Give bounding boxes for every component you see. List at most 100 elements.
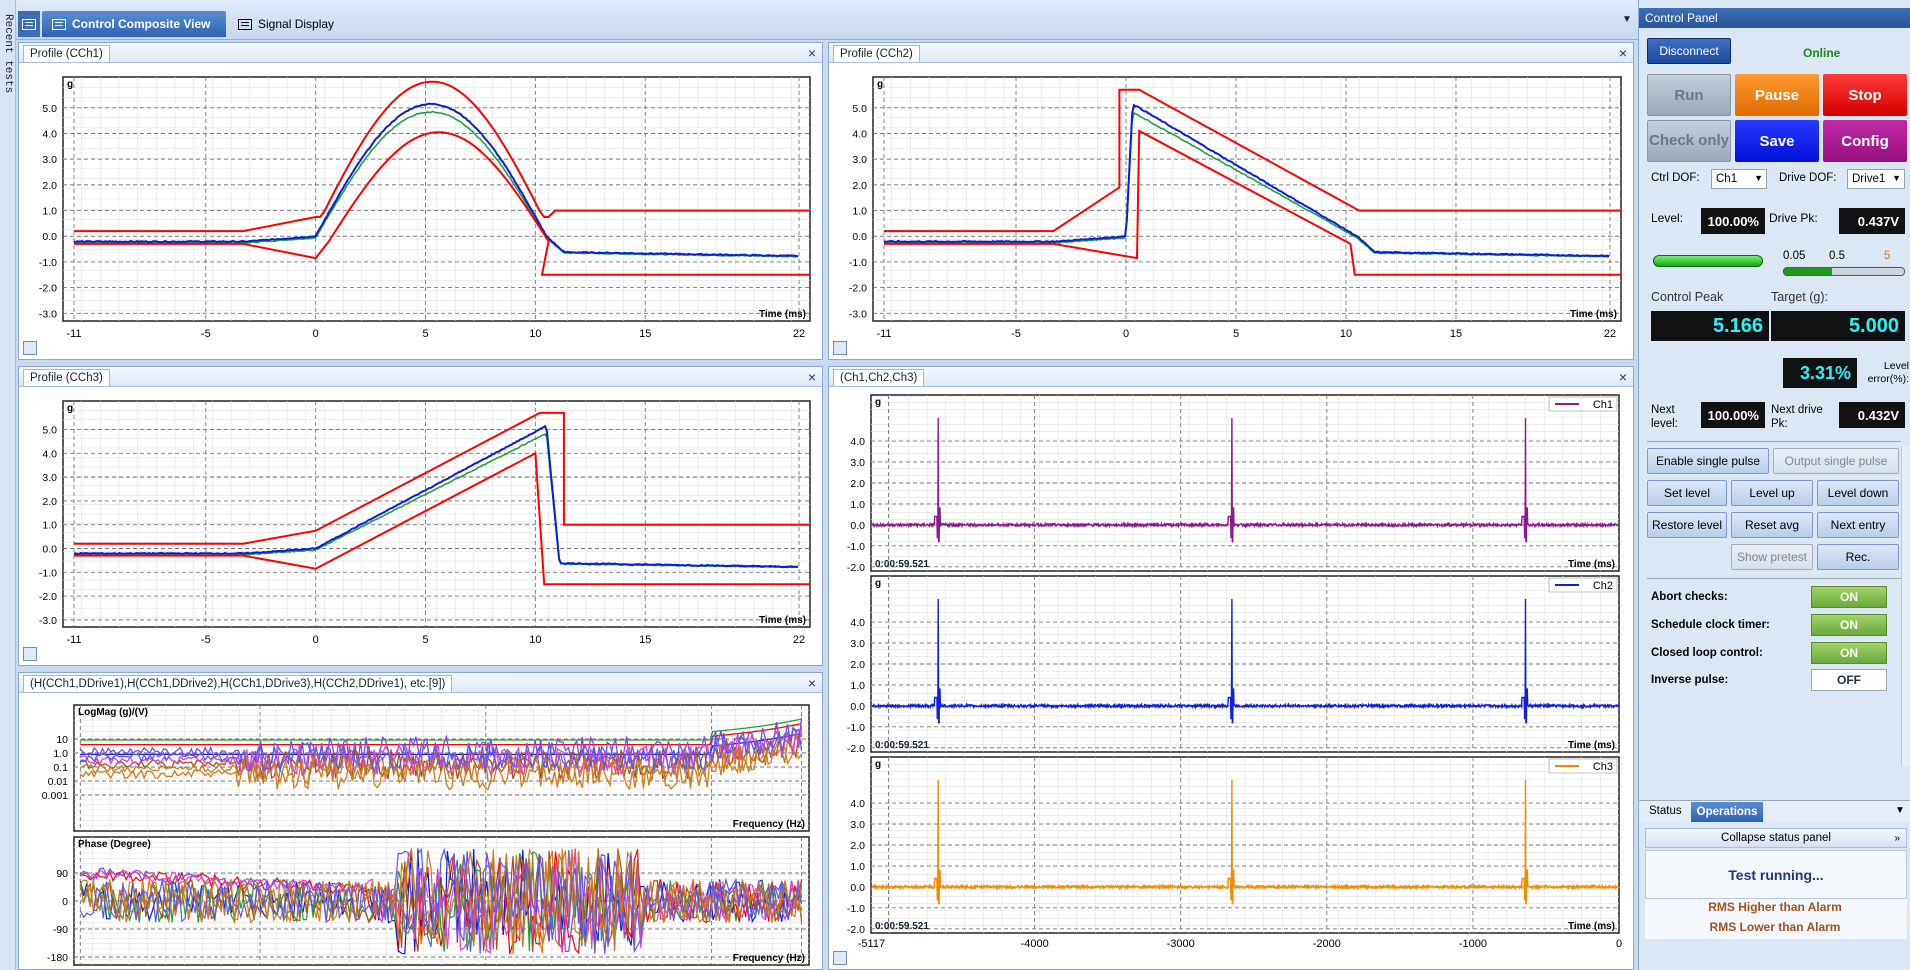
drive-dof-label: Drive DOF: bbox=[1779, 172, 1837, 184]
scrollbar[interactable] bbox=[1901, 446, 1909, 766]
y-unit-label: g bbox=[875, 397, 881, 408]
chart-options-icon[interactable] bbox=[23, 341, 37, 355]
x-tick-label: 22 bbox=[793, 328, 805, 340]
timestamp-label: 0:00:59.521 bbox=[875, 740, 929, 751]
panel-title: Profile (CCh2) bbox=[833, 45, 920, 62]
ctrl-dof-value: Ch1 bbox=[1716, 173, 1738, 185]
level-up-button[interactable]: Level up bbox=[1731, 480, 1813, 506]
alarm-rms-low: RMS Lower than Alarm bbox=[1709, 920, 1841, 934]
x-tick-label: -11 bbox=[66, 634, 81, 646]
y-tick-label: 0.0 bbox=[850, 520, 865, 532]
closed-loop-toggle[interactable]: ON bbox=[1811, 642, 1887, 664]
output-single-pulse-button[interactable]: Output single pulse bbox=[1773, 448, 1899, 474]
close-icon[interactable]: × bbox=[808, 675, 816, 691]
check-only-button[interactable]: Check only bbox=[1647, 120, 1731, 162]
restore-level-button[interactable]: Restore level bbox=[1647, 512, 1727, 538]
legend-label: Ch1 bbox=[1593, 399, 1613, 411]
abort-checks-toggle[interactable]: ON bbox=[1811, 586, 1887, 608]
collapse-label: Collapse status panel bbox=[1721, 832, 1831, 844]
set-level-button[interactable]: Set level bbox=[1647, 480, 1727, 506]
y-tick-label: -2.0 bbox=[847, 562, 865, 574]
panel-title: (Ch1,Ch2,Ch3) bbox=[833, 369, 925, 386]
connection-status: Online bbox=[1803, 46, 1841, 60]
next-level-label: Next level: bbox=[1651, 404, 1678, 430]
close-icon[interactable]: × bbox=[1619, 369, 1627, 385]
y-tick-label: 4.0 bbox=[42, 129, 57, 141]
divider bbox=[1647, 441, 1901, 442]
tab-control-composite-view[interactable]: Control Composite View bbox=[42, 11, 226, 37]
disconnect-button[interactable]: Disconnect bbox=[1647, 38, 1731, 64]
x-tick-label: 5 bbox=[1233, 328, 1239, 340]
ctrl-dof-select[interactable]: Ch1 ▼ bbox=[1711, 169, 1767, 189]
show-pretest-button[interactable]: Show pretest bbox=[1731, 544, 1813, 570]
stop-button[interactable]: Stop bbox=[1823, 74, 1907, 116]
x-axis-label: Frequency (Hz) bbox=[733, 953, 805, 964]
frf-chart[interactable]: 10 1.0 0.1 0.01 0.001 LogMag (g)/(V) Frequency… bbox=[19, 695, 824, 970]
run-button[interactable]: Run bbox=[1647, 74, 1731, 116]
y-tick-label: 1.0 bbox=[53, 748, 68, 760]
chart-options-icon[interactable] bbox=[833, 341, 847, 355]
tab-list-dropdown-icon[interactable]: ▼ bbox=[1622, 14, 1632, 25]
y-tick-label: 1.0 bbox=[850, 499, 865, 511]
y-tick-label: 5.0 bbox=[852, 103, 867, 115]
schedule-clock-toggle[interactable]: ON bbox=[1811, 614, 1887, 636]
reset-avg-button[interactable]: Reset avg bbox=[1731, 512, 1813, 538]
profile-cch2-chart[interactable]: -11 -5 0 5 10 15 22 -3.0 -2.0 -1.0 0.0 1.0 2.0 3.0 4.0… bbox=[829, 65, 1635, 361]
y-tick-label: 0.001 bbox=[42, 790, 68, 802]
time-signals-chart[interactable]: -2.0 -1.0 0.0 1.0 2.0 3.0 4.0 g 0:00:59.521 Time … bbox=[829, 389, 1635, 970]
level-error-value: 3.31% bbox=[1783, 358, 1857, 388]
panel-title: (H(CCh1,DDrive1),H(CCh1,DDrive2),H(CCh1,… bbox=[23, 675, 453, 692]
close-icon[interactable]: × bbox=[808, 45, 816, 61]
y-tick-label: -90 bbox=[53, 924, 68, 936]
drive-dof-value: Drive1 bbox=[1852, 173, 1886, 185]
x-axis-label: Time (ms) bbox=[1568, 740, 1615, 751]
chart-options-icon[interactable] bbox=[23, 647, 37, 661]
x-tick-label: 5 bbox=[422, 328, 428, 340]
y-tick-label: 0.01 bbox=[48, 776, 69, 788]
y-tick-label: 1.0 bbox=[852, 206, 867, 218]
close-icon[interactable]: × bbox=[1619, 45, 1627, 61]
schedule-clock-label: Schedule clock timer: bbox=[1651, 619, 1770, 631]
pause-button[interactable]: Pause bbox=[1735, 74, 1819, 116]
x-tick-label: 22 bbox=[1604, 328, 1616, 340]
tab-status[interactable]: Status bbox=[1649, 805, 1682, 817]
profile-cch3-panel: Profile (CCh3) × -11 -5 0 5 10 15 22 -3.0 -2.0 -1.… bbox=[18, 366, 823, 666]
recent-tests-strip[interactable]: Recent tests bbox=[0, 0, 16, 970]
y-tick-label: 4.0 bbox=[42, 448, 57, 460]
tab-operations[interactable]: Operations bbox=[1691, 802, 1763, 822]
collapse-status-panel-button[interactable]: Collapse status panel » bbox=[1645, 828, 1907, 848]
y-tick-label: 3.0 bbox=[850, 457, 865, 469]
y-tick-label: -3.0 bbox=[39, 615, 57, 627]
grid-icon bbox=[238, 18, 252, 30]
chart-options-icon[interactable] bbox=[833, 951, 847, 965]
timestamp-label: 0:00:59.521 bbox=[875, 559, 929, 570]
x-axis-label: Time (ms) bbox=[759, 615, 806, 626]
next-entry-button[interactable]: Next entry bbox=[1817, 512, 1899, 538]
save-button[interactable]: Save bbox=[1735, 120, 1819, 162]
tab-signal-display[interactable]: Signal Display bbox=[228, 11, 348, 37]
drive-dof-select[interactable]: Drive1 ▼ bbox=[1847, 169, 1905, 189]
y-tick-label: -180 bbox=[47, 952, 68, 964]
level-down-button[interactable]: Level down bbox=[1817, 480, 1899, 506]
next-level-value: 100.00% bbox=[1701, 402, 1765, 428]
y-tick-label: -1.0 bbox=[847, 541, 865, 553]
x-tick-label: -5 bbox=[201, 328, 211, 340]
view-menu-icon[interactable] bbox=[18, 11, 40, 37]
close-icon[interactable]: × bbox=[808, 369, 816, 385]
config-button[interactable]: Config bbox=[1823, 120, 1907, 162]
x-tick-label: -5117 bbox=[858, 938, 885, 950]
y-unit-label: g bbox=[67, 403, 73, 414]
chevron-down-icon: ▼ bbox=[1754, 173, 1763, 183]
y-tick-label: 0.1 bbox=[53, 762, 68, 774]
grid-icon bbox=[52, 18, 66, 30]
drive-pk-value: 0.437V bbox=[1839, 208, 1905, 234]
profile-cch1-chart[interactable]: -11 -5 0 5 10 15 22 -3.0 -2.0 -1.0 0.0 1.0 2.0 3.0 4.0… bbox=[19, 65, 824, 361]
chevron-down-icon[interactable]: ▼ bbox=[1895, 805, 1905, 816]
enable-single-pulse-button[interactable]: Enable single pulse bbox=[1647, 448, 1769, 474]
y-tick-label: 10 bbox=[56, 734, 68, 746]
profile-cch3-chart[interactable]: -11 -5 0 5 10 15 22 -3.0 -2.0 -1.0 0.0 1.0 2.0 3.0 4.0… bbox=[19, 389, 824, 667]
y-axis-label: Phase (Degree) bbox=[78, 839, 151, 850]
rec-button[interactable]: Rec. bbox=[1817, 544, 1899, 570]
level-value: 100.00% bbox=[1701, 208, 1765, 234]
inverse-pulse-toggle[interactable]: OFF bbox=[1811, 669, 1887, 691]
